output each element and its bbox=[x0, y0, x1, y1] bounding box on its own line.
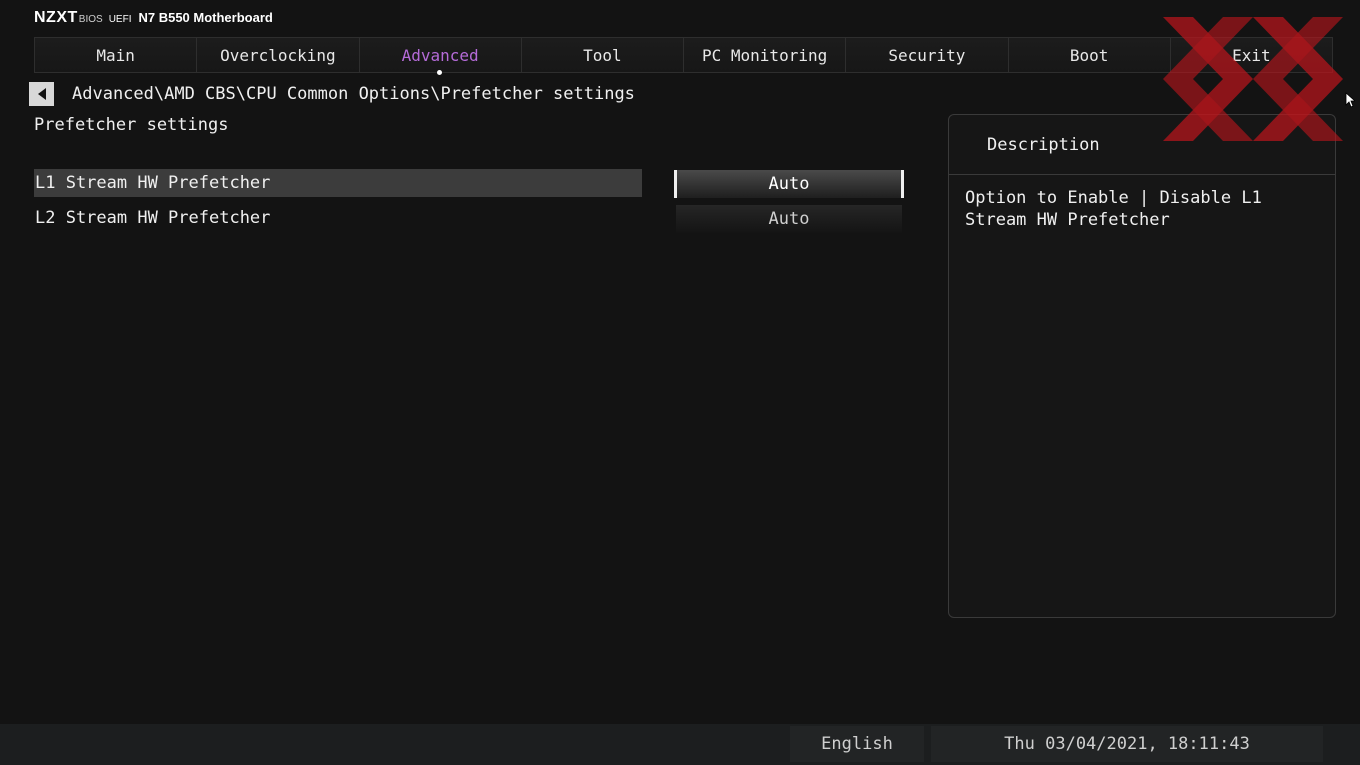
description-text: Option to Enable | Disable L1 Stream HW … bbox=[965, 188, 1262, 230]
page-title: Prefetcher settings bbox=[34, 115, 229, 135]
brand-bios-label: BIOS bbox=[78, 14, 103, 25]
tab-label: Security bbox=[888, 45, 966, 65]
setting-value: Auto bbox=[768, 209, 810, 229]
setting-l1-value-button[interactable]: Auto bbox=[674, 170, 904, 198]
tab-label: PC Monitoring bbox=[702, 45, 828, 65]
brand-header: NZXT BIOS UEFI N7 B550 Motherboard bbox=[34, 9, 273, 27]
tab-boot[interactable]: Boot bbox=[1007, 37, 1171, 73]
setting-label: L2 Stream HW Prefetcher bbox=[35, 208, 271, 228]
tab-tool[interactable]: Tool bbox=[520, 37, 684, 73]
setting-l2-value-button[interactable]: Auto bbox=[676, 205, 902, 233]
setting-value: Auto bbox=[768, 174, 810, 194]
tab-label: Overclocking bbox=[220, 45, 336, 65]
datetime-label: Thu 03/04/2021, 18:11:43 bbox=[1004, 734, 1250, 754]
language-button[interactable]: English bbox=[790, 726, 924, 762]
back-arrow-icon bbox=[37, 88, 46, 100]
tab-main[interactable]: Main bbox=[34, 37, 198, 73]
brand-uefi-label: UEFI bbox=[108, 14, 132, 25]
motherboard-model: N7 B550 Motherboard bbox=[138, 10, 273, 25]
tab-security[interactable]: Security bbox=[845, 37, 1009, 73]
tab-pc-monitoring[interactable]: PC Monitoring bbox=[683, 37, 847, 73]
main-tab-bar: Main Overclocking Advanced Tool PC Monit… bbox=[34, 37, 1333, 75]
tab-overclocking[interactable]: Overclocking bbox=[196, 37, 360, 73]
brand-logo: NZXT bbox=[34, 9, 78, 26]
back-button[interactable] bbox=[29, 82, 54, 106]
tab-label: Advanced bbox=[401, 45, 479, 65]
setting-l2-stream-hw-prefetcher[interactable]: L2 Stream HW Prefetcher bbox=[34, 204, 642, 232]
language-label: English bbox=[821, 734, 893, 754]
mouse-cursor-icon bbox=[1345, 92, 1355, 108]
breadcrumb: Advanced\AMD CBS\CPU Common Options\Pref… bbox=[72, 84, 635, 104]
tab-label: Main bbox=[96, 45, 135, 65]
description-panel: Description Option to Enable | Disable L… bbox=[948, 114, 1336, 618]
tab-label: Tool bbox=[583, 45, 622, 65]
tab-advanced[interactable]: Advanced bbox=[358, 37, 522, 75]
tab-label: Boot bbox=[1069, 45, 1109, 65]
watermark-logo-icon bbox=[1163, 17, 1343, 141]
setting-label: L1 Stream HW Prefetcher bbox=[35, 173, 271, 193]
datetime-display: Thu 03/04/2021, 18:11:43 bbox=[931, 726, 1323, 762]
setting-l1-stream-hw-prefetcher[interactable]: L1 Stream HW Prefetcher bbox=[34, 169, 642, 197]
